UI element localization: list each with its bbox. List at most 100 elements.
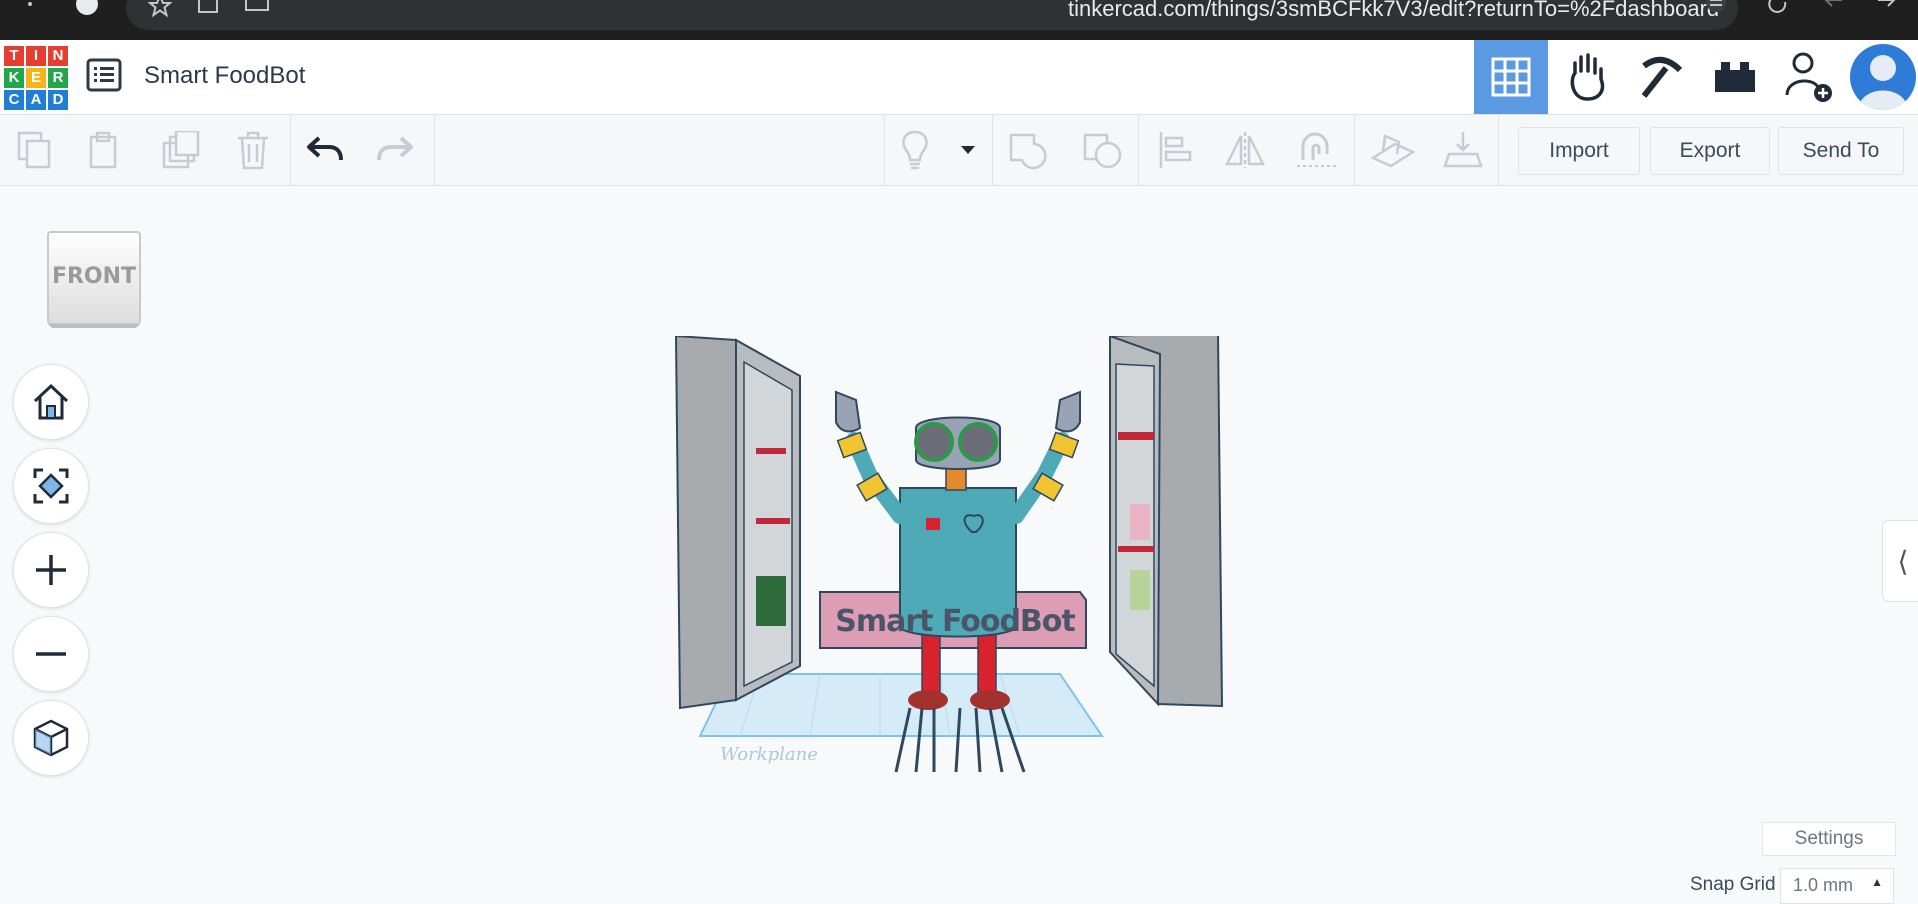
workplane-button[interactable] xyxy=(1368,127,1418,173)
app-header: T I N K E R C A D Smart FoodBot xyxy=(0,40,1918,115)
cast-icon[interactable] xyxy=(244,0,270,18)
view-cube-label: FRONT xyxy=(51,264,137,289)
back-arrow-icon[interactable] xyxy=(1822,0,1846,18)
toolbar-divider xyxy=(992,115,993,185)
ungroup-button[interactable] xyxy=(1078,127,1128,173)
caret-down-icon xyxy=(961,146,975,154)
paste-button[interactable] xyxy=(80,127,130,173)
group-button[interactable] xyxy=(1004,127,1054,173)
fit-view-button[interactable] xyxy=(13,448,89,524)
scene-3d[interactable]: Smart FoodBot Workplane xyxy=(660,330,1260,776)
logo-letter: R xyxy=(48,68,68,88)
logo-letter: C xyxy=(4,90,24,110)
snap-grid-label: Snap Grid xyxy=(1690,874,1776,895)
logo-letter: A xyxy=(26,90,46,110)
logo-letter: T xyxy=(4,46,24,66)
tinkercad-logo[interactable]: T I N K E R C A D xyxy=(4,46,68,110)
list-icon xyxy=(86,58,122,92)
scene-render xyxy=(674,330,1224,773)
chevron-left-icon: ⟨ xyxy=(1897,545,1909,577)
menu-dots-icon[interactable] xyxy=(24,0,36,24)
mirror-button[interactable] xyxy=(1220,127,1270,173)
send-to-button[interactable]: Send To xyxy=(1778,127,1904,175)
logo-letter: I xyxy=(26,46,46,66)
avatar-icon xyxy=(1858,55,1908,110)
minecraft-view-button[interactable] xyxy=(1624,40,1698,114)
cruise-button[interactable] xyxy=(1292,127,1342,173)
copy-button[interactable] xyxy=(10,127,60,173)
bricks-view-button[interactable] xyxy=(1698,40,1772,114)
redo-button[interactable] xyxy=(370,127,420,173)
minus-icon xyxy=(36,652,66,656)
extension-icon[interactable] xyxy=(196,0,220,18)
import-button[interactable]: Import xyxy=(1518,127,1640,175)
logo-letter: D xyxy=(48,90,68,110)
snap-grid-value: 1.0 mm xyxy=(1793,875,1854,895)
mirror-icon xyxy=(1224,132,1266,168)
3d-design-view-button[interactable] xyxy=(1474,40,1548,114)
toolbar-divider xyxy=(1138,115,1139,185)
align-button[interactable] xyxy=(1150,127,1200,173)
toolbar-divider xyxy=(290,115,291,185)
duplicate-icon xyxy=(162,131,200,169)
view-cube[interactable]: FRONT xyxy=(46,230,142,330)
toolbar-divider xyxy=(434,115,435,185)
add-user-icon xyxy=(1785,52,1832,102)
profile-icon[interactable] xyxy=(72,0,102,24)
user-avatar[interactable] xyxy=(1850,44,1916,110)
home-view-button[interactable] xyxy=(13,364,89,440)
pickaxe-icon xyxy=(1641,57,1683,98)
fit-view-icon xyxy=(33,468,69,504)
workplane-label: Workplane xyxy=(720,744,818,765)
url-text: tinkercad.com/things/3smBCFkk7V3/edit?re… xyxy=(1068,0,1720,21)
copy-icon xyxy=(17,131,51,169)
logo-letter: E xyxy=(26,68,46,88)
3d-viewport[interactable]: FRONT Smart FoodBot Workplane ⟨ Settings… xyxy=(0,186,1918,904)
grid-icon xyxy=(1491,57,1531,97)
undo-icon xyxy=(307,136,343,161)
export-button[interactable]: Export xyxy=(1650,127,1770,175)
home-icon xyxy=(33,383,69,420)
main-toolbar: Import Export Send To xyxy=(0,115,1918,186)
perspective-button[interactable] xyxy=(13,700,89,776)
notes-dropdown-button[interactable] xyxy=(946,127,990,173)
group-icon xyxy=(1009,133,1047,170)
codeblocks-view-button[interactable] xyxy=(1550,40,1624,114)
toolbar-divider xyxy=(884,115,885,185)
caret-up-icon: ▲ xyxy=(1871,875,1883,889)
redo-icon xyxy=(377,136,413,161)
undo-button[interactable] xyxy=(300,127,350,173)
left-bookshelf xyxy=(674,334,737,710)
shapes-panel-toggle[interactable]: ⟨ xyxy=(1882,520,1918,602)
ruler-drop-icon xyxy=(1443,132,1483,168)
ungroup-icon xyxy=(1083,133,1122,169)
toolbar-divider xyxy=(1498,115,1499,185)
ruler-button[interactable] xyxy=(1438,127,1488,173)
duplicate-button[interactable] xyxy=(156,127,206,173)
design-list-button[interactable] xyxy=(86,56,124,96)
trash-icon xyxy=(238,131,268,170)
forward-arrow-icon[interactable] xyxy=(1874,0,1898,18)
lightbulb-icon xyxy=(902,130,928,170)
design-title[interactable]: Smart FoodBot xyxy=(144,62,305,90)
settings-button[interactable]: Settings xyxy=(1762,822,1896,856)
align-icon xyxy=(1159,132,1192,168)
paste-icon xyxy=(89,131,117,169)
plus-icon xyxy=(36,555,66,585)
browser-bar: tinkercad.com/things/3smBCFkk7V3/edit?re… xyxy=(0,0,1918,40)
logo-letter: K xyxy=(4,68,24,88)
reload-icon[interactable] xyxy=(1766,0,1790,18)
delete-button[interactable] xyxy=(228,127,278,173)
notes-light-button[interactable] xyxy=(890,127,940,173)
zoom-in-button[interactable] xyxy=(13,532,89,608)
magnet-icon xyxy=(1297,132,1337,167)
nameplate-text: Smart FoodBot xyxy=(835,604,1075,639)
logo-letter: N xyxy=(48,46,68,66)
invite-people-button[interactable] xyxy=(1772,40,1846,114)
site-settings-icon[interactable] xyxy=(1704,0,1728,18)
bookmark-star-icon[interactable] xyxy=(148,0,172,18)
zoom-out-button[interactable] xyxy=(13,616,89,692)
snap-grid-select[interactable]: 1.0 mm ▲ xyxy=(1780,868,1894,904)
cube-icon xyxy=(33,719,69,757)
toolbar-divider xyxy=(1354,115,1355,185)
